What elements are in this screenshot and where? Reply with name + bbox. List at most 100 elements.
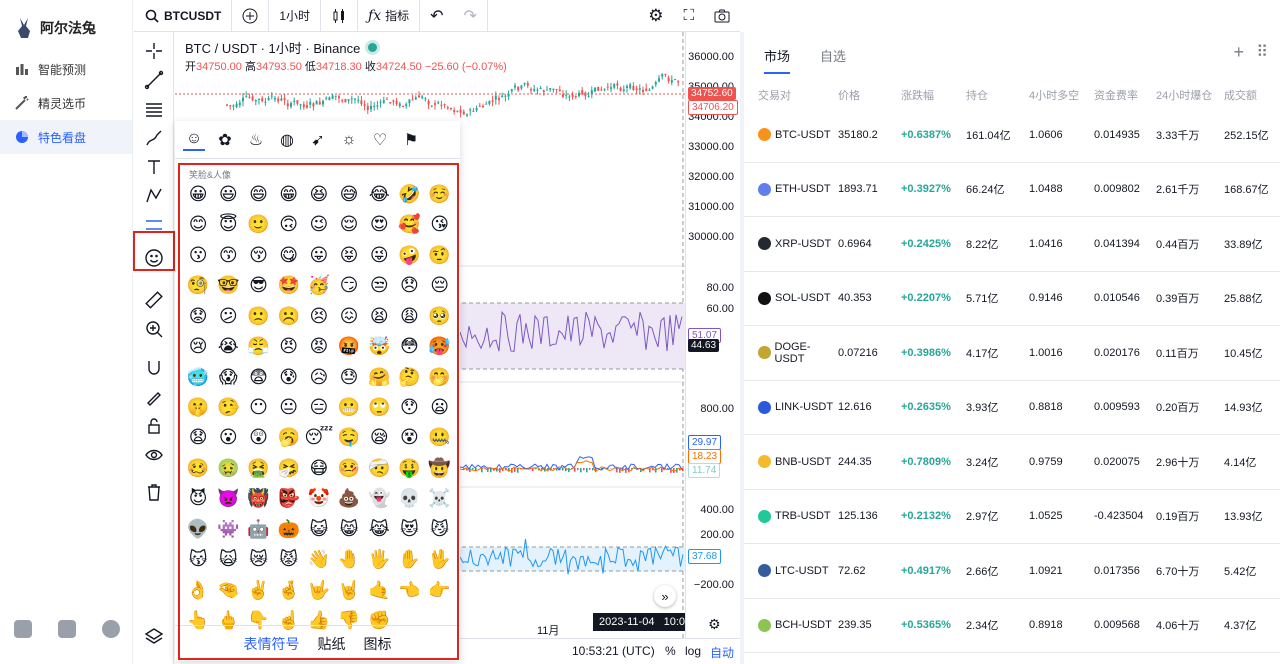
github-icon[interactable]	[14, 620, 32, 638]
travel-category-icon[interactable]: ➹	[307, 129, 329, 151]
pattern-tool[interactable]	[134, 181, 174, 210]
vol-cell: 4.37亿	[1224, 620, 1257, 633]
column-header[interactable]: 成交额	[1224, 87, 1274, 103]
market-row[interactable]: LINK-USDT 12.616 +0.2635% 3.93亿 0.8818 0.0095…	[744, 381, 1280, 435]
flags-category-icon[interactable]: ⚑	[400, 129, 422, 151]
candle-body	[523, 82, 526, 85]
pair-cell: BCH-USDT	[758, 618, 838, 632]
tab-watchlist[interactable]: 自选	[820, 46, 846, 74]
pair-label: BTC-USDT	[775, 128, 831, 141]
emoji-grid-highlight	[178, 163, 459, 660]
symbols-category-icon[interactable]: ♡	[369, 129, 391, 151]
macd-hist-bar	[661, 468, 663, 473]
market-row[interactable]: XRP-USDT 0.6964 +0.2425% 8.22亿 1.0416 0.04139…	[744, 217, 1280, 272]
magnet-tool[interactable]	[134, 353, 174, 382]
price-axis[interactable]: 36000.00 35000.00 34000.00 33000.00 3200…	[685, 32, 740, 638]
hide-tool[interactable]	[134, 440, 174, 469]
nav-item-label: 精灵选币	[38, 96, 87, 111]
candle-body	[552, 88, 555, 91]
trendline-tool[interactable]	[134, 65, 174, 94]
market-row[interactable]: LTC-USDT 72.62 +0.4917% 2.66亿 1.0921 0.017356…	[744, 544, 1280, 599]
log-toggle[interactable]: log	[685, 644, 701, 658]
objects-category-icon[interactable]: ☼	[338, 129, 360, 151]
market-row[interactable]: DOGE-USDT 0.07216 +0.3986% 4.17亿 1.0016 0.020…	[744, 326, 1280, 381]
candle-body	[245, 96, 248, 98]
interval-button[interactable]: 1小时	[269, 0, 322, 32]
animals-category-icon[interactable]: ✿	[214, 129, 236, 151]
candle-body	[574, 95, 577, 97]
candle-body	[405, 104, 408, 107]
high-value: 34793.50	[255, 61, 302, 73]
price-cell: 40.353	[838, 292, 872, 305]
fib-tool[interactable]	[134, 94, 174, 123]
candle-body	[453, 110, 456, 112]
candle-body	[280, 98, 283, 101]
stay-drawing-tool[interactable]	[134, 382, 174, 411]
symbol-search-button[interactable]: BTCUSDT	[134, 0, 233, 32]
market-row[interactable]: ETH-USDT 1893.71 +0.3927% 66.24亿 1.0488 0.009…	[744, 163, 1280, 217]
compare-button[interactable]	[232, 0, 270, 32]
nav-item-select[interactable]: 精灵选币	[0, 86, 132, 120]
screenshot-button[interactable]	[704, 0, 740, 32]
macd-hist-bar	[592, 468, 594, 471]
chart-settings-icon[interactable]: ⚙	[708, 616, 721, 633]
food-category-icon[interactable]: ♨	[245, 129, 267, 151]
chart-type-button[interactable]	[321, 0, 359, 32]
crosshair-tool[interactable]	[134, 36, 174, 65]
candle-body	[296, 100, 299, 104]
fullscreen-button[interactable]: ⛶	[673, 0, 704, 32]
open-label: 开	[185, 61, 196, 73]
sports-category-icon[interactable]: ◍	[276, 129, 298, 151]
percent-toggle[interactable]: %	[665, 644, 676, 658]
pair-label: SOL-USDT	[775, 292, 831, 305]
redo-button[interactable]: ↷	[454, 0, 488, 32]
market-row[interactable]: TRB-USDT 125.136 +0.2132% 2.97亿 1.0525 -0.423…	[744, 490, 1280, 544]
text-tool[interactable]	[134, 152, 174, 181]
plus-circle-icon	[242, 8, 258, 23]
vol-cell: 252.15亿	[1224, 129, 1269, 142]
column-header[interactable]: 资金费率	[1094, 87, 1156, 103]
candle-body	[469, 109, 472, 111]
object-tree-tool[interactable]	[134, 621, 174, 650]
zoom-tool[interactable]	[134, 314, 174, 343]
scroll-to-realtime-button[interactable]: »	[654, 585, 676, 607]
chat-icon[interactable]	[58, 620, 76, 638]
ruler-tool[interactable]	[134, 285, 174, 314]
column-header[interactable]: 持仓	[966, 87, 1029, 103]
column-header[interactable]: 价格	[838, 87, 901, 103]
chart-settings-button[interactable]: ⚙	[638, 0, 673, 32]
auto-toggle[interactable]: 自动	[710, 644, 734, 661]
candle-body	[578, 92, 580, 97]
lock-tool[interactable]	[134, 411, 174, 440]
market-row[interactable]: BCH-USDT 239.35 +0.5365% 2.34亿 0.8918 0.00956…	[744, 599, 1280, 653]
column-header[interactable]: 24小时爆仓	[1156, 87, 1224, 103]
app-logo[interactable]: 阿尔法兔	[0, 0, 132, 44]
add-icon[interactable]: +	[1233, 42, 1244, 63]
close-label: 收	[364, 61, 376, 73]
market-row[interactable]: BNB-USDT 244.35 +0.7809% 3.24亿 0.9759 0.02007…	[744, 435, 1280, 490]
delete-tool[interactable]	[134, 477, 174, 506]
brush-tool[interactable]	[134, 123, 174, 152]
smileys-category-icon[interactable]: ☺	[183, 129, 205, 151]
candle-body	[546, 89, 548, 91]
grid-menu-icon[interactable]: ⠿	[1256, 42, 1268, 62]
tab-market[interactable]: 市场	[764, 46, 791, 74]
change-cell: +0.6387%	[901, 128, 951, 141]
market-row[interactable]: BTC-USDT 35180.2 +0.6387% 161.04亿 1.0606 0.01…	[744, 108, 1280, 163]
column-header[interactable]: 涨跌幅	[901, 87, 966, 103]
trash-icon	[148, 483, 160, 501]
nav-item-feature[interactable]: 特色看盘	[0, 120, 132, 154]
column-header[interactable]: 4小时多空	[1029, 87, 1094, 103]
market-row[interactable]: SOL-USDT 40.353 +0.2207% 5.71亿 0.9146 0.01054…	[744, 272, 1280, 326]
candle-body	[242, 97, 244, 102]
nav-item-predict[interactable]: 智能预测	[0, 52, 132, 86]
candle-body	[357, 100, 360, 102]
settings-icon[interactable]	[102, 620, 120, 638]
indicators-button[interactable]: ƒx 指标	[358, 0, 421, 32]
candle-body	[677, 81, 680, 83]
liq-cell: 4.06十万	[1156, 620, 1200, 633]
pair-label: LINK-USDT	[775, 401, 834, 414]
undo-button[interactable]: ↶	[420, 0, 453, 32]
column-header[interactable]: 交易对	[758, 87, 838, 103]
chart-title: BTC / USDT · 1小时 · Binance	[185, 41, 361, 56]
